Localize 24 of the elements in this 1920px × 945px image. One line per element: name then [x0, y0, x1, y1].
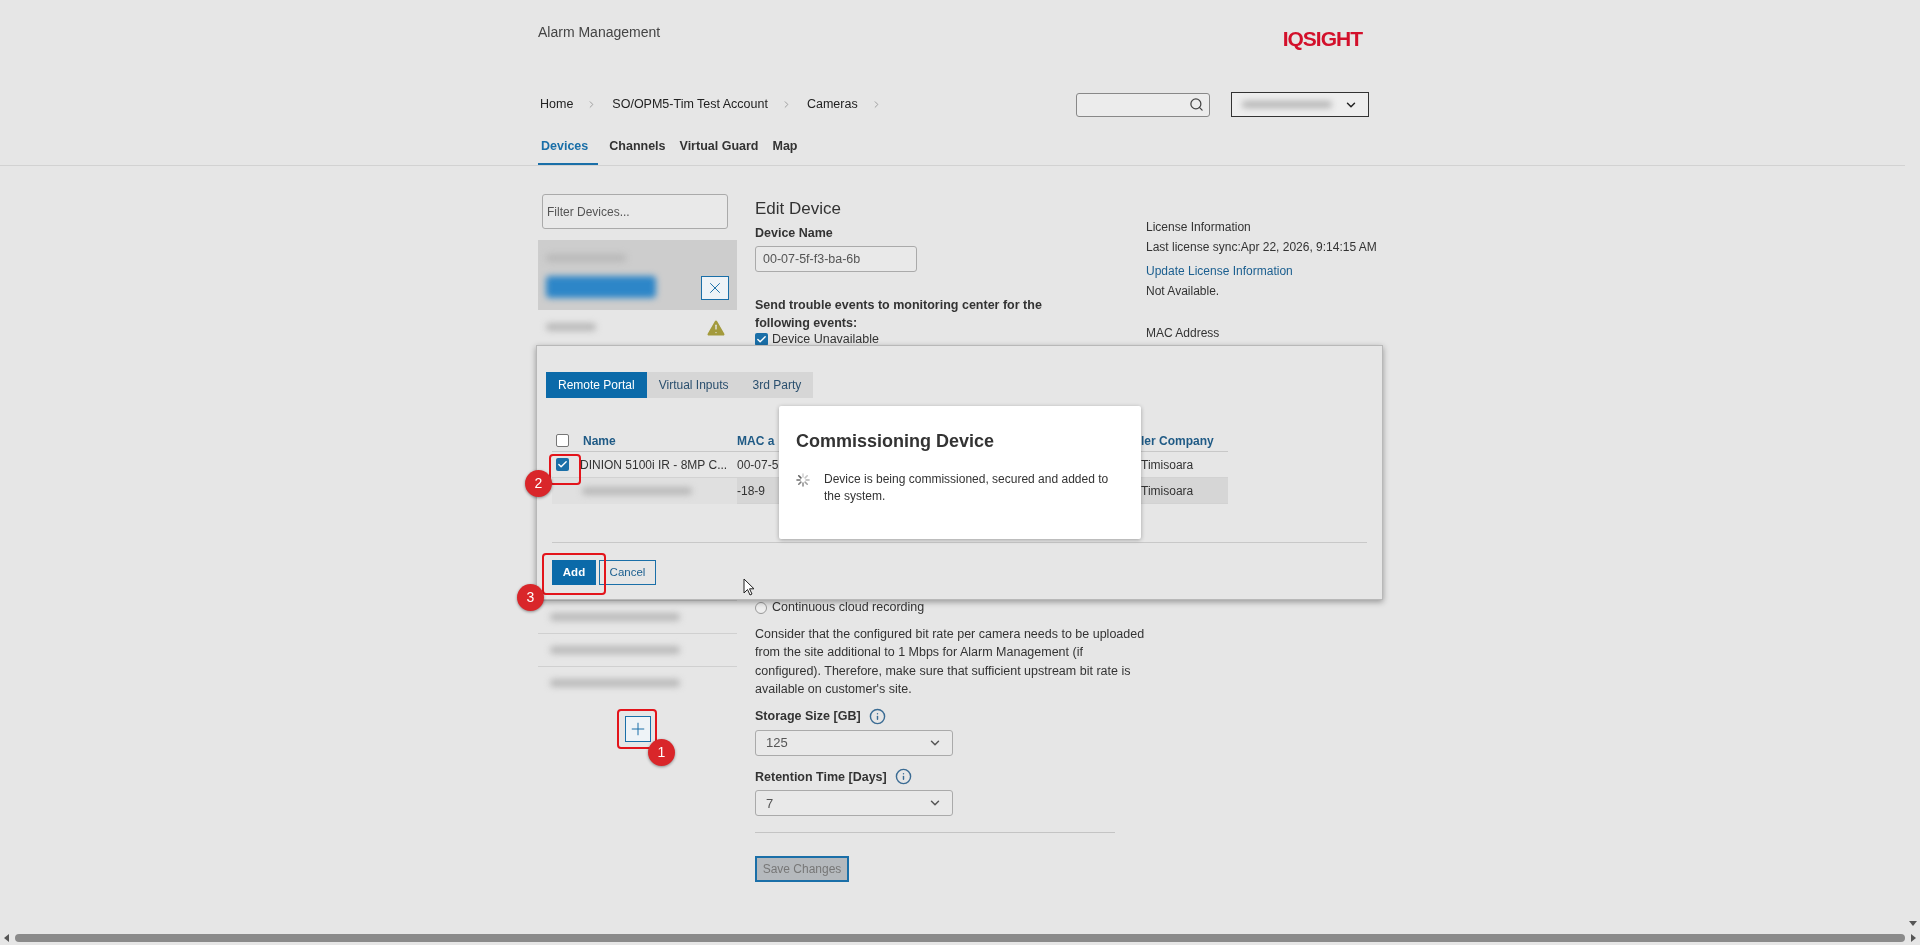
- table-cell-text: -18-9: [737, 482, 766, 500]
- mac-address-label: MAC Address: [1146, 325, 1221, 342]
- table-cell-text: DINION 5100i IR - 8MP C...: [580, 456, 729, 474]
- table-cell-text: 00-07-5: [737, 456, 779, 474]
- step-marker: 2: [525, 470, 552, 497]
- radio-label: Continuous cloud recording: [772, 599, 925, 617]
- field-label: Storage Size [GB]: [755, 707, 861, 725]
- events-label: Send trouble events to monitoring center for the following events:: [755, 296, 1043, 332]
- bitrate-note: Consider that the configured bit rate per camera needs to be uploaded from the site additional to 1 Mbps for Alarm Management (if configured). Therefore, make sure that sufficient upstream bit rate is available on customer's site.: [755, 625, 1146, 699]
- checkbox-label: Device Unavailable: [772, 332, 879, 347]
- step-marker: 1: [648, 739, 675, 766]
- license-sync-text: Last license sync:Apr 22, 2026, 9:14:15 AM: [1146, 239, 1378, 256]
- field-label: Device Name: [755, 225, 834, 242]
- logo: IQSIGHT: [1282, 28, 1362, 52]
- step-marker: 3: [517, 584, 544, 611]
- license-status: Not Available.: [1146, 283, 1221, 300]
- app-title: Alarm Management: [538, 23, 661, 42]
- dialog-message: Device is being commissioned, secured and added to the system.: [824, 471, 1110, 505]
- table-cell-text: Timisoara: [1141, 456, 1194, 474]
- field-label: Retention Time [Days]: [755, 768, 887, 786]
- section-title: Edit Device: [755, 198, 842, 220]
- table-cell-text: Timisoara: [1141, 482, 1194, 500]
- license-title: License Information: [1146, 219, 1252, 236]
- dialog-title: Commissioning Device: [796, 430, 996, 453]
